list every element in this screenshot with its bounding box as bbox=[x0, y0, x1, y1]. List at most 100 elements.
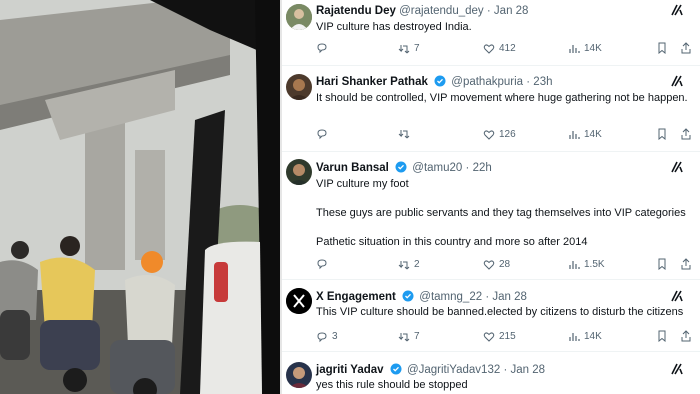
verified-badge-icon bbox=[402, 290, 414, 302]
share-icon bbox=[681, 42, 691, 54]
share-icon bbox=[681, 330, 691, 342]
like-button[interactable]: 126 bbox=[483, 128, 516, 142]
views-button[interactable]: 14K bbox=[568, 128, 602, 142]
tweet-text-line: VIP culture my foot bbox=[316, 178, 409, 190]
separator-dot: · bbox=[465, 162, 470, 174]
tweet-header: Varun Bansal @tamu20 · 22h bbox=[316, 160, 694, 176]
share-button[interactable] bbox=[680, 258, 692, 270]
share-icon bbox=[681, 128, 691, 140]
grok-icon[interactable] bbox=[670, 362, 684, 376]
bookmark-button[interactable] bbox=[656, 330, 668, 342]
share-button[interactable] bbox=[680, 42, 692, 54]
tweet-header: jagriti Yadav @JagritiYadav132 · Jan 28 bbox=[316, 362, 694, 378]
timestamp[interactable]: Jan 28 bbox=[511, 364, 546, 376]
avatar[interactable] bbox=[286, 362, 312, 388]
reply-button[interactable]: 3 bbox=[316, 330, 338, 344]
retweet-icon bbox=[398, 333, 410, 342]
retweet-icon bbox=[398, 45, 410, 54]
tweet-text-line: VIP culture has destroyed India. bbox=[316, 21, 472, 33]
bookmark-button[interactable] bbox=[656, 128, 668, 140]
views-icon bbox=[569, 261, 580, 269]
retweet-button[interactable] bbox=[398, 128, 414, 140]
tweet[interactable]: Hari Shanker Pathak @pathakpuria · 23h I… bbox=[282, 66, 700, 152]
timestamp[interactable]: Jan 28 bbox=[494, 5, 529, 17]
like-button[interactable]: 28 bbox=[483, 258, 510, 272]
heart-icon bbox=[483, 332, 495, 342]
reply-icon bbox=[317, 129, 327, 140]
reply-icon bbox=[317, 332, 327, 343]
author-handle[interactable]: @JagritiYadav132 bbox=[407, 364, 500, 376]
views-count: 1.5K bbox=[584, 259, 605, 270]
timestamp[interactable]: 23h bbox=[533, 76, 552, 88]
like-button[interactable]: 412 bbox=[483, 42, 516, 56]
tweet-text-line: yes this rule should be stopped bbox=[316, 379, 468, 391]
views-icon bbox=[569, 333, 580, 341]
tweet-text: VIP culture my foot These guys are publi… bbox=[316, 177, 692, 250]
share-button[interactable] bbox=[680, 128, 692, 140]
timestamp[interactable]: 22h bbox=[473, 162, 492, 174]
share-icon bbox=[681, 258, 691, 270]
tweet-header: Rajatendu Dey @rajatendu_dey · Jan 28 bbox=[316, 3, 694, 19]
avatar[interactable] bbox=[286, 288, 312, 314]
tweet-text-line: These guys are public servants and they … bbox=[316, 207, 686, 219]
views-button[interactable]: 14K bbox=[568, 42, 602, 56]
views-button[interactable]: 1.5K bbox=[568, 258, 605, 272]
retweet-button[interactable]: 7 bbox=[398, 42, 420, 56]
tweet[interactable]: Varun Bansal @tamu20 · 22h VIP culture m… bbox=[282, 152, 700, 280]
author-handle[interactable]: @rajatendu_dey bbox=[399, 5, 484, 17]
separator-dot: · bbox=[486, 5, 491, 17]
tweet-text: It should be controlled, VIP movement wh… bbox=[316, 91, 692, 106]
author-name[interactable]: X Engagement bbox=[316, 291, 396, 303]
separator-dot: · bbox=[503, 364, 508, 376]
reply-button[interactable] bbox=[316, 128, 332, 140]
verified-badge-icon bbox=[434, 75, 446, 87]
avatar[interactable] bbox=[286, 74, 312, 100]
traffic-scene-image bbox=[0, 0, 280, 394]
grok-icon[interactable] bbox=[670, 3, 684, 17]
bookmark-button[interactable] bbox=[656, 42, 668, 54]
retweet-icon bbox=[398, 261, 410, 270]
grok-icon[interactable] bbox=[670, 289, 684, 303]
reply-count: 3 bbox=[332, 331, 338, 342]
tweet-header: Hari Shanker Pathak @pathakpuria · 23h bbox=[316, 74, 694, 90]
author-name[interactable]: Rajatendu Dey bbox=[316, 5, 396, 17]
retweet-icon bbox=[398, 130, 410, 139]
tweet-text: This VIP culture should be banned.electe… bbox=[316, 305, 692, 320]
retweet-button[interactable]: 7 bbox=[398, 330, 420, 344]
author-name[interactable]: Hari Shanker Pathak bbox=[316, 76, 428, 88]
share-button[interactable] bbox=[680, 330, 692, 342]
bookmark-icon bbox=[658, 330, 666, 342]
author-name[interactable]: jagriti Yadav bbox=[316, 364, 384, 376]
tweet[interactable]: jagriti Yadav @JagritiYadav132 · Jan 28 … bbox=[282, 352, 700, 394]
tweet-text-line: It should be controlled, VIP movement wh… bbox=[316, 92, 688, 104]
like-button[interactable]: 215 bbox=[483, 330, 516, 344]
author-handle[interactable]: @tamu20 bbox=[412, 162, 462, 174]
author-handle[interactable]: @pathakpuria bbox=[451, 76, 523, 88]
bookmark-button[interactable] bbox=[656, 258, 668, 270]
reply-button[interactable] bbox=[316, 42, 332, 54]
timestamp[interactable]: Jan 28 bbox=[492, 291, 527, 303]
tweet[interactable]: Rajatendu Dey @rajatendu_dey · Jan 28 VI… bbox=[282, 0, 700, 66]
reply-icon bbox=[317, 259, 327, 270]
heart-icon bbox=[483, 44, 495, 54]
avatar[interactable] bbox=[286, 4, 312, 30]
avatar[interactable] bbox=[286, 159, 312, 185]
author-handle[interactable]: @tamng_22 bbox=[419, 291, 482, 303]
tweet-text-line: Pathetic situation in this country and m… bbox=[316, 236, 588, 248]
like-count: 215 bbox=[499, 331, 516, 342]
reply-button[interactable] bbox=[316, 258, 332, 270]
tweet[interactable]: X Engagement @tamng_22 · Jan 28 This VIP… bbox=[282, 280, 700, 352]
views-button[interactable]: 14K bbox=[568, 330, 602, 344]
tweet-actions: 3 7 215 14K bbox=[316, 330, 694, 344]
author-name[interactable]: Varun Bansal bbox=[316, 162, 389, 174]
grok-icon[interactable] bbox=[670, 160, 684, 174]
bookmark-icon bbox=[658, 258, 666, 270]
retweet-count: 2 bbox=[414, 259, 420, 270]
verified-badge-icon bbox=[390, 363, 402, 375]
retweet-button[interactable]: 2 bbox=[398, 258, 420, 272]
tweet-actions: 2 28 1.5K bbox=[316, 258, 694, 272]
x-logo-icon bbox=[286, 288, 312, 314]
bookmark-icon bbox=[658, 42, 666, 54]
grok-icon[interactable] bbox=[670, 74, 684, 88]
tweet-text: yes this rule should be stopped bbox=[316, 378, 692, 393]
